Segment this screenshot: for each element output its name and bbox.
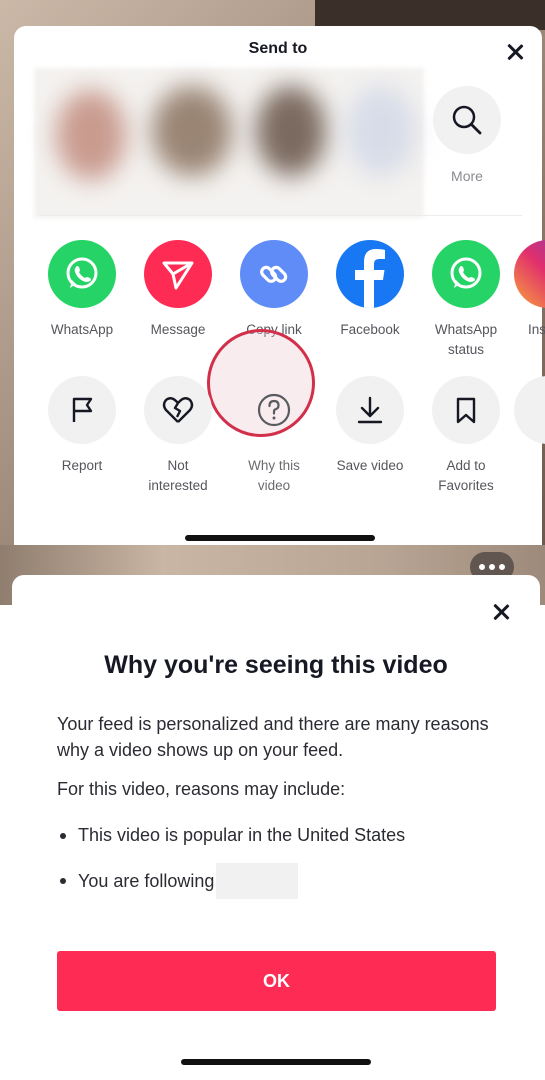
send-icon xyxy=(144,240,212,308)
reason-item: You are following xyxy=(60,863,299,899)
broken-heart-icon xyxy=(144,376,212,444)
share-whatsapp-button[interactable]: WhatsApp xyxy=(34,240,130,340)
why-video-title: Why you're seeing this video xyxy=(104,651,448,679)
copy-link-button[interactable]: Copy link xyxy=(226,240,322,340)
instagram-icon xyxy=(514,240,545,308)
share-app-label: Message xyxy=(150,322,206,337)
redacted-username xyxy=(216,863,299,899)
report-button[interactable]: Report xyxy=(34,376,130,476)
share-message-button[interactable]: Message xyxy=(130,240,226,340)
home-indicator xyxy=(185,535,375,541)
action-label: Add to Favorites xyxy=(438,458,494,493)
save-video-button[interactable]: Save video xyxy=(322,376,418,476)
more-button[interactable]: More xyxy=(432,86,502,184)
ok-button[interactable]: OK xyxy=(57,951,496,1011)
action-label: Why this video xyxy=(248,458,300,493)
bookmark-icon xyxy=(432,376,500,444)
more-label: More xyxy=(451,168,483,184)
flag-icon xyxy=(48,376,116,444)
not-interested-button[interactable]: Not interested xyxy=(130,376,226,496)
close-icon[interactable] xyxy=(503,40,527,64)
whatsapp-icon xyxy=(48,240,116,308)
search-icon xyxy=(433,86,501,154)
whatsapp-icon xyxy=(432,240,500,308)
why-this-video-button[interactable]: Why this video xyxy=(226,376,322,496)
action-label: Not interested xyxy=(148,458,208,493)
share-app-label: WhatsApp xyxy=(50,322,114,337)
reasons-intro: For this video, reasons may include: xyxy=(57,779,346,799)
share-app-label: WhatsApp status xyxy=(434,322,498,357)
share-facebook-button[interactable]: Facebook xyxy=(322,240,418,340)
close-icon[interactable] xyxy=(489,600,513,624)
share-sheet-title: Send to xyxy=(248,40,308,57)
home-indicator xyxy=(181,1059,371,1065)
why-video-description: Your feed is personalized and there are … xyxy=(57,714,489,760)
divider xyxy=(38,215,522,216)
share-instagram-button[interactable]: Ins xyxy=(514,240,545,340)
add-to-favorites-button[interactable]: Add to Favorites xyxy=(418,376,514,496)
reason-item: This video is popular in the United Stat… xyxy=(60,825,405,846)
share-whatsapp-status-button[interactable]: WhatsApp status xyxy=(418,240,514,360)
share-app-label: Facebook xyxy=(340,322,400,337)
action-label: Save video xyxy=(336,458,404,473)
why-video-sheet: Why you're seeing this video Your feed i… xyxy=(12,575,540,1080)
link-icon xyxy=(240,240,308,308)
recent-contacts[interactable] xyxy=(34,68,424,218)
question-icon xyxy=(240,376,308,444)
more-action-button[interactable] xyxy=(514,376,545,444)
share-app-label: Ins xyxy=(528,322,545,337)
more-action-icon xyxy=(514,376,545,444)
action-label: Report xyxy=(61,458,103,473)
download-icon xyxy=(336,376,404,444)
facebook-icon xyxy=(336,240,404,308)
